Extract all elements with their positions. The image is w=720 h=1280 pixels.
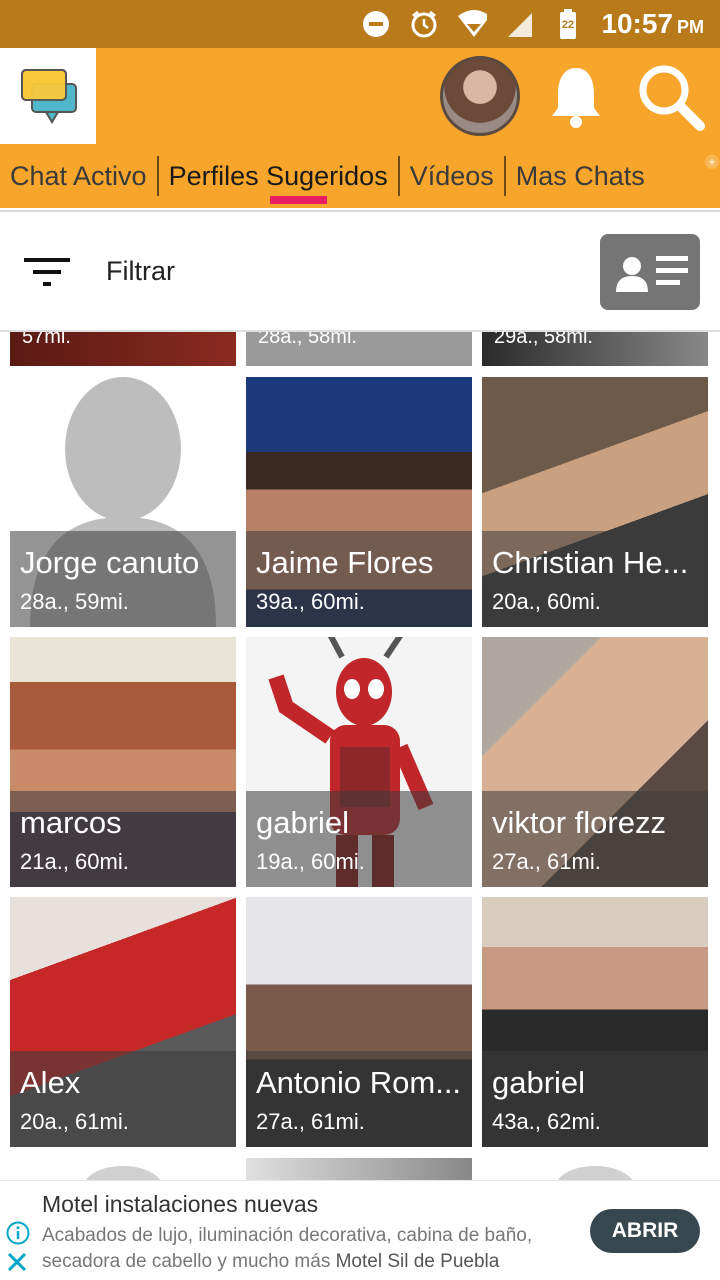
tab-mas-chats[interactable]: Mas Chats — [506, 156, 655, 196]
profile-name: marcos — [20, 805, 122, 840]
profile-meta: 39a., 60mi. — [256, 589, 365, 614]
profile-card[interactable]: Alex 20a., 61mi. — [10, 897, 236, 1147]
ad-title: Motel instalaciones nuevas — [42, 1191, 319, 1217]
filter-bar: Filtrar — [0, 210, 720, 332]
app-logo[interactable] — [0, 48, 96, 144]
profile-name: Christian He... — [492, 545, 689, 580]
default-avatar-icon — [85, 1166, 161, 1180]
filter-icon[interactable] — [24, 254, 72, 290]
profile-name: gabriel — [492, 1065, 586, 1100]
profile-meta: 57mi. — [22, 332, 71, 348]
profile-meta: 29a., 58mi. — [494, 332, 593, 348]
profile-card-partial[interactable] — [246, 1158, 472, 1180]
tab-perfiles-sugeridos[interactable]: Perfiles Sugeridos — [159, 156, 400, 196]
profile-avatar[interactable] — [440, 56, 520, 136]
app-bar — [0, 48, 720, 144]
profile-grid: 57mi. 28a., 58mi. 29a., 58mi. Jorge canu… — [0, 332, 720, 1180]
ad-open-button[interactable]: ABRIR — [590, 1209, 700, 1253]
profile-name: gabriel — [256, 805, 350, 840]
alarm-icon — [409, 9, 439, 39]
profile-card[interactable]: marcos 21a., 60mi. — [10, 637, 236, 887]
profile-card-partial[interactable]: 28a., 58mi. — [246, 332, 472, 366]
notification-bell-icon[interactable] — [548, 64, 604, 128]
status-bar: 22 10:57 PM — [0, 0, 720, 48]
tab-bar: Chat Activo Perfiles Sugeridos Vídeos Ma… — [0, 144, 720, 208]
wifi-icon — [457, 9, 488, 39]
profile-name: Jorge canuto — [20, 545, 200, 580]
default-avatar-icon — [557, 1166, 633, 1180]
tab-chat-activo[interactable]: Chat Activo — [0, 156, 159, 196]
profile-card[interactable]: viktor florezz 27a., 61mi. — [482, 637, 708, 887]
profile-name: viktor florezz — [492, 805, 666, 840]
profile-card-partial[interactable]: 57mi. — [10, 332, 236, 366]
clock: 10:57 PM — [601, 8, 704, 40]
clock-time: 10:57 — [601, 8, 673, 39]
profile-name: Alex — [20, 1065, 81, 1100]
profile-meta: 43a., 62mi. — [492, 1109, 601, 1134]
profile-meta: 27a., 61mi. — [492, 849, 601, 874]
profile-meta: 21a., 60mi. — [20, 849, 129, 874]
ad-banner[interactable]: Motel instalaciones nuevas Acabados de l… — [0, 1180, 720, 1280]
ad-advertiser: Motel Sil de Puebla — [335, 1251, 500, 1272]
do-not-disturb-icon — [361, 9, 391, 39]
ad-info-icon[interactable] — [6, 1221, 30, 1245]
profile-meta: 20a., 61mi. — [20, 1109, 129, 1134]
profile-card-partial[interactable] — [10, 1158, 236, 1180]
more-tabs-icon[interactable]: + — [705, 155, 719, 169]
profile-card[interactable]: gabriel 43a., 62mi. — [482, 897, 708, 1147]
contact-card-icon — [616, 256, 688, 292]
profile-name: Antonio Rom... — [256, 1065, 462, 1100]
profile-card[interactable]: Christian He... 20a., 60mi. — [482, 377, 708, 627]
profile-card-partial[interactable]: 29a., 58mi. — [482, 332, 708, 366]
profile-card[interactable]: Jaime Flores 39a., 60mi. — [246, 377, 472, 627]
ad-body: Acabados de lujo, iluminación decorativa… — [42, 1223, 572, 1275]
search-icon[interactable] — [636, 62, 706, 132]
contact-card-button[interactable] — [600, 234, 700, 310]
profile-meta: 28a., 59mi. — [20, 589, 129, 614]
profile-meta: 20a., 60mi. — [492, 589, 601, 614]
tab-videos[interactable]: Vídeos — [400, 156, 506, 196]
profile-name: Jaime Flores — [256, 545, 434, 580]
ad-close-icon[interactable] — [6, 1251, 28, 1273]
profile-meta: 27a., 61mi. — [256, 1109, 365, 1134]
filter-label[interactable]: Filtrar — [106, 256, 175, 287]
battery-level: 22 — [562, 19, 574, 31]
battery-icon: 22 — [553, 9, 583, 39]
active-tab-indicator — [270, 196, 327, 204]
profile-card[interactable]: gabriel 19a., 60mi. — [246, 637, 472, 887]
profile-meta: 28a., 58mi. — [258, 332, 357, 348]
chat-bubbles-logo-icon — [21, 69, 77, 124]
profile-card-partial[interactable] — [482, 1158, 708, 1180]
profile-card[interactable]: Jorge canuto 28a., 59mi. — [10, 377, 236, 627]
profile-meta: 19a., 60mi. — [256, 849, 365, 874]
clock-ampm: PM — [677, 17, 704, 37]
signal-icon — [505, 9, 535, 39]
profile-card[interactable]: Antonio Rom... 27a., 61mi. — [246, 897, 472, 1147]
